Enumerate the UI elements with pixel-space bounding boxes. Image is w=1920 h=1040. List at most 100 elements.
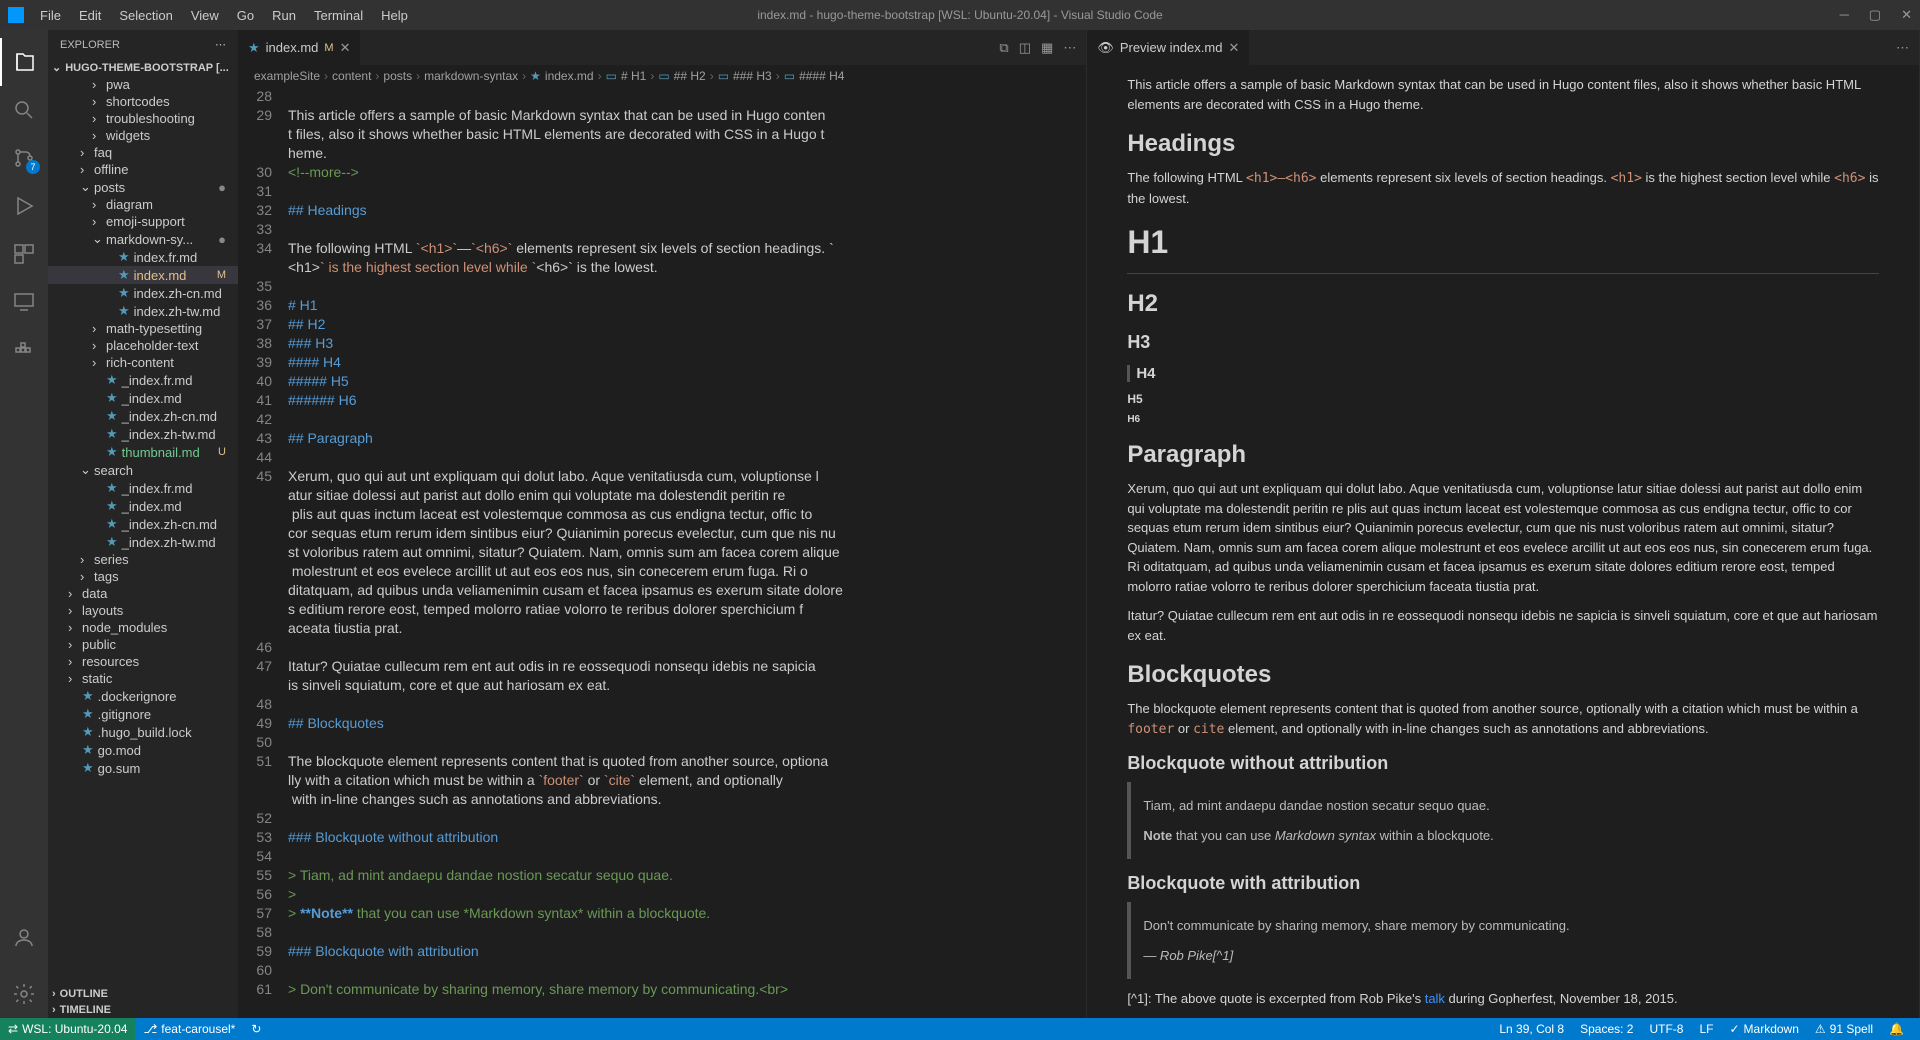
breadcrumb-item[interactable]: #### H4 bbox=[799, 69, 844, 83]
folder-item[interactable]: › troubleshooting bbox=[48, 110, 238, 127]
language-mode[interactable]: ✓ Markdown bbox=[1721, 1022, 1806, 1036]
split-editor-icon[interactable]: ◫ bbox=[1019, 40, 1031, 56]
menu-file[interactable]: File bbox=[32, 4, 69, 27]
explorer-icon[interactable] bbox=[0, 38, 48, 86]
cursor-position[interactable]: Ln 39, Col 8 bbox=[1491, 1022, 1572, 1036]
folder-item[interactable]: ⌄ search bbox=[48, 461, 238, 479]
preview-footnote: [^1]: The above quote is excerpted from … bbox=[1127, 989, 1879, 1009]
more-icon[interactable]: ⋯ bbox=[215, 38, 226, 51]
folder-item[interactable]: › pwa bbox=[48, 76, 238, 93]
more-actions-icon[interactable]: ⋯ bbox=[1063, 40, 1076, 56]
menu-run[interactable]: Run bbox=[264, 4, 304, 27]
file-item[interactable]: ★ index.fr.md bbox=[48, 248, 238, 266]
folder-item[interactable]: › series bbox=[48, 551, 238, 568]
folder-item[interactable]: ⌄ markdown-sy...● bbox=[48, 230, 238, 248]
folder-item[interactable]: › widgets bbox=[48, 127, 238, 144]
notifications-icon[interactable]: 🔔 bbox=[1881, 1022, 1912, 1036]
remote-indicator[interactable]: ⇄ WSL: Ubuntu-20.04 bbox=[0, 1018, 135, 1040]
folder-item[interactable]: › resources bbox=[48, 653, 238, 670]
file-item[interactable]: ★ _index.fr.md bbox=[48, 479, 238, 497]
menu-help[interactable]: Help bbox=[373, 4, 416, 27]
folder-item[interactable]: › math-typesetting bbox=[48, 320, 238, 337]
workspace-root[interactable]: HUGO-THEME-BOOTSTRAP [... bbox=[48, 59, 238, 76]
tab-index-md[interactable]: ★ index.md M ✕ bbox=[238, 30, 361, 65]
extensions-icon[interactable] bbox=[0, 230, 48, 278]
menu-selection[interactable]: Selection bbox=[111, 4, 180, 27]
layout-icon[interactable]: ▦ bbox=[1041, 40, 1053, 56]
open-preview-icon[interactable]: ⧉ bbox=[999, 40, 1008, 56]
file-item[interactable]: ★ index.zh-tw.md bbox=[48, 302, 238, 320]
settings-gear-icon[interactable] bbox=[0, 970, 48, 1018]
file-item[interactable]: ★ _index.zh-cn.md bbox=[48, 407, 238, 425]
close-icon[interactable]: ✕ bbox=[1901, 7, 1912, 23]
folder-item[interactable]: › static bbox=[48, 670, 238, 687]
minimap[interactable] bbox=[996, 87, 1086, 1018]
folder-item[interactable]: › node_modules bbox=[48, 619, 238, 636]
tab-close-icon[interactable]: ✕ bbox=[1228, 40, 1239, 56]
preview-link[interactable]: talk bbox=[1425, 991, 1445, 1006]
folder-item[interactable]: › public bbox=[48, 636, 238, 653]
menu-view[interactable]: View bbox=[183, 4, 227, 27]
tab-preview[interactable]: 👁 Preview index.md ✕ bbox=[1087, 30, 1250, 65]
file-item[interactable]: ★ go.mod bbox=[48, 741, 238, 759]
breadcrumb-item[interactable]: content bbox=[332, 69, 371, 83]
source-control-icon[interactable]: 7 bbox=[0, 134, 48, 182]
folder-item[interactable]: ⌄ posts● bbox=[48, 178, 238, 196]
breadcrumb-item[interactable]: posts bbox=[383, 69, 412, 83]
sync-icon[interactable]: ↻ bbox=[243, 1022, 269, 1036]
folder-item[interactable]: › offline bbox=[48, 161, 238, 178]
markdown-preview[interactable]: This article offers a sample of basic Ma… bbox=[1087, 65, 1919, 1018]
breadcrumb-item[interactable]: # H1 bbox=[621, 69, 646, 83]
breadcrumb-item[interactable]: ## H2 bbox=[674, 69, 706, 83]
menu-edit[interactable]: Edit bbox=[71, 4, 109, 27]
file-item[interactable]: ★ index.zh-cn.md bbox=[48, 284, 238, 302]
breadcrumb-item[interactable]: markdown-syntax bbox=[424, 69, 518, 83]
file-item[interactable]: ★ .hugo_build.lock bbox=[48, 723, 238, 741]
folder-item[interactable]: › rich-content bbox=[48, 354, 238, 371]
indentation[interactable]: Spaces: 2 bbox=[1572, 1022, 1641, 1036]
minimize-icon[interactable]: ─ bbox=[1840, 7, 1849, 23]
search-icon[interactable] bbox=[0, 86, 48, 134]
file-item[interactable]: ★ _index.md bbox=[48, 389, 238, 407]
folder-item[interactable]: › faq bbox=[48, 144, 238, 161]
tab-close-icon[interactable]: ✕ bbox=[340, 40, 351, 56]
breadcrumb-item[interactable]: index.md bbox=[545, 69, 594, 83]
file-item[interactable]: ★ .gitignore bbox=[48, 705, 238, 723]
folder-item[interactable]: › data bbox=[48, 585, 238, 602]
accounts-icon[interactable] bbox=[0, 914, 48, 962]
file-item[interactable]: ★ _index.fr.md bbox=[48, 371, 238, 389]
docker-icon[interactable] bbox=[0, 326, 48, 374]
folder-item[interactable]: › shortcodes bbox=[48, 93, 238, 110]
menu-terminal[interactable]: Terminal bbox=[306, 4, 371, 27]
timeline-section[interactable]: TIMELINE bbox=[48, 1002, 238, 1018]
file-item[interactable]: ★ _index.zh-tw.md bbox=[48, 533, 238, 551]
folder-item[interactable]: › diagram bbox=[48, 196, 238, 213]
breadcrumbs[interactable]: exampleSite› content› posts› markdown-sy… bbox=[238, 65, 1086, 87]
eol[interactable]: LF bbox=[1691, 1022, 1721, 1036]
file-item[interactable]: ★ _index.md bbox=[48, 497, 238, 515]
code-editor[interactable]: 2829303132333435363738394041424344454647… bbox=[238, 87, 1086, 1018]
breadcrumb-item[interactable]: ### H3 bbox=[733, 69, 772, 83]
file-item[interactable]: ★ go.sum bbox=[48, 759, 238, 777]
folder-item[interactable]: › tags bbox=[48, 568, 238, 585]
folder-item[interactable]: › emoji-support bbox=[48, 213, 238, 230]
maximize-icon[interactable]: ▢ bbox=[1869, 7, 1881, 23]
file-item[interactable]: ★ .dockerignore bbox=[48, 687, 238, 705]
file-item[interactable]: ★ _index.zh-tw.md bbox=[48, 425, 238, 443]
git-branch[interactable]: ⎇ feat-carousel* bbox=[135, 1022, 243, 1036]
run-debug-icon[interactable] bbox=[0, 182, 48, 230]
menu-go[interactable]: Go bbox=[229, 4, 262, 27]
more-actions-icon[interactable]: ⋯ bbox=[1896, 40, 1909, 56]
file-tree[interactable]: › pwa› shortcodes› troubleshooting› widg… bbox=[48, 76, 238, 986]
breadcrumb-item[interactable]: exampleSite bbox=[254, 69, 320, 83]
file-item[interactable]: ★ thumbnail.mdU bbox=[48, 443, 238, 461]
folder-item[interactable]: › layouts bbox=[48, 602, 238, 619]
spell-check[interactable]: ⚠ 91 Spell bbox=[1807, 1022, 1881, 1036]
remote-explorer-icon[interactable] bbox=[0, 278, 48, 326]
file-item[interactable]: ★ _index.zh-cn.md bbox=[48, 515, 238, 533]
file-item[interactable]: ★ index.mdM bbox=[48, 266, 238, 284]
folder-item[interactable]: › placeholder-text bbox=[48, 337, 238, 354]
code-content[interactable]: This article offers a sample of basic Ma… bbox=[288, 87, 996, 1018]
encoding[interactable]: UTF-8 bbox=[1641, 1022, 1691, 1036]
outline-section[interactable]: OUTLINE bbox=[48, 986, 238, 1002]
